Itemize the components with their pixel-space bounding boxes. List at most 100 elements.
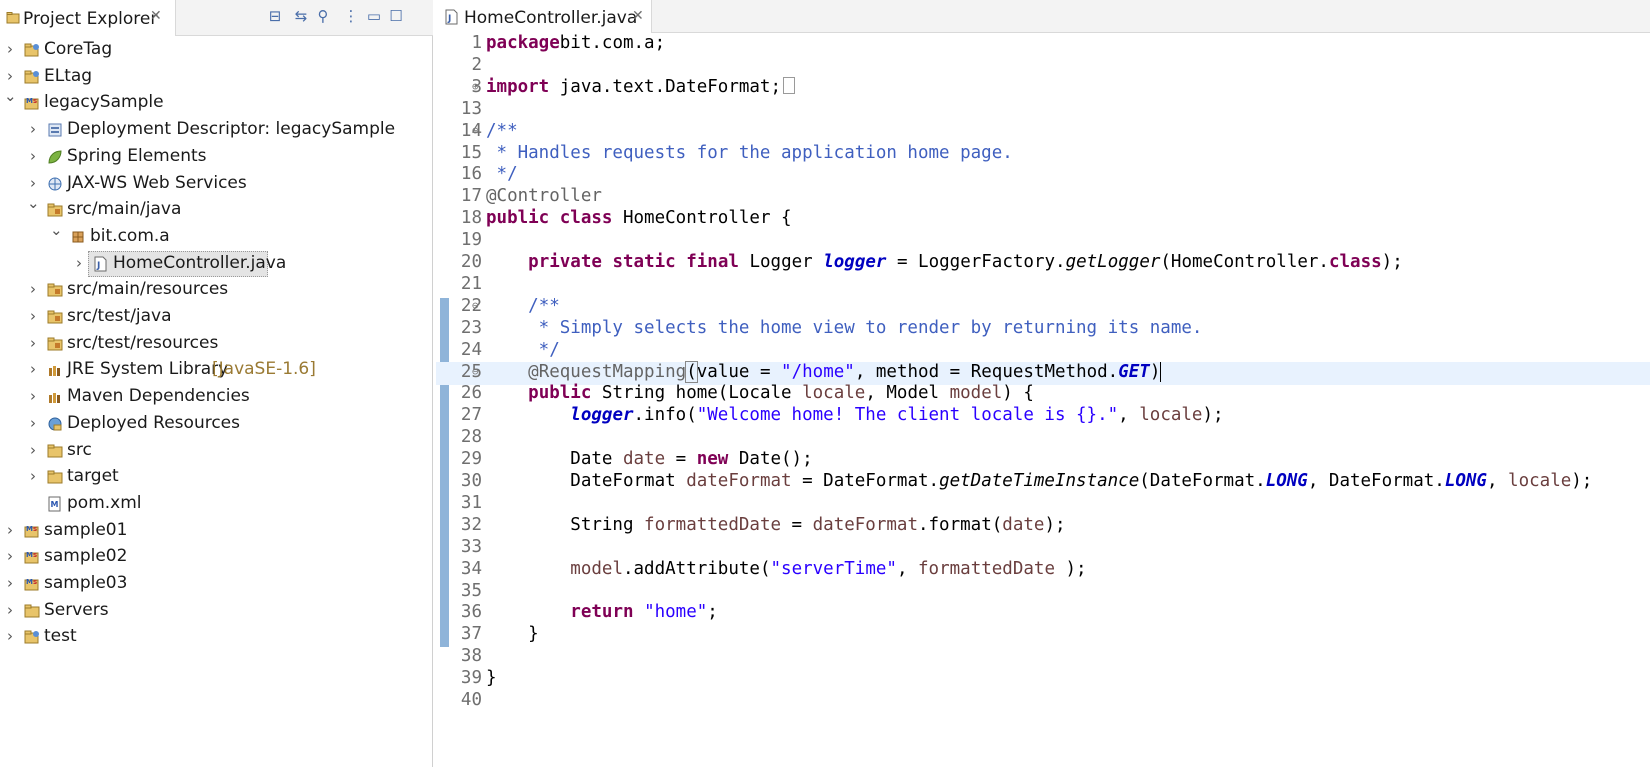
tree-item[interactable]: › Deployment Descriptor: legacySample [0, 116, 433, 144]
chevron-right-icon[interactable]: › [4, 574, 16, 592]
code-line[interactable]: 38 [436, 646, 1650, 669]
tree-item[interactable]: › ELtag [0, 63, 433, 91]
chevron-right-icon[interactable]: › [27, 307, 39, 325]
expand-fold-icon[interactable]: ⊕ [472, 80, 479, 93]
code-line[interactable]: 39} [436, 668, 1650, 691]
code-line[interactable]: 22 ⊖ /** [436, 296, 1650, 319]
link-with-editor-icon[interactable]: ⇆ [291, 6, 311, 26]
chevron-right-icon[interactable]: › [73, 254, 85, 272]
code-line[interactable]: 29 Date date = new Date(); [436, 449, 1650, 472]
tree-item[interactable]: ⌄ src/main/java [0, 194, 433, 224]
tree-item-label: sample03 [44, 573, 128, 593]
maven-project-icon: Ms [24, 97, 39, 110]
tree-item[interactable]: › src [0, 437, 433, 465]
close-icon[interactable]: ✕ [150, 8, 162, 24]
chevron-right-icon[interactable]: › [4, 627, 16, 645]
tab-homecontroller-java[interactable]: J HomeController.java ✕ [436, 0, 652, 33]
tree-item[interactable]: › Spring Elements [0, 143, 433, 171]
chevron-right-icon[interactable]: › [4, 521, 16, 539]
chevron-right-icon[interactable]: › [27, 467, 39, 485]
code-line[interactable]: 37 } [436, 624, 1650, 647]
close-icon[interactable]: ✕ [632, 8, 644, 24]
tree-item[interactable]: › src/test/resources [0, 330, 433, 358]
chevron-right-icon[interactable]: › [27, 334, 39, 352]
collapsed-region-icon[interactable] [783, 76, 796, 94]
tree-item-label: src [67, 439, 92, 460]
chevron-right-icon[interactable]: › [27, 441, 39, 459]
code-line[interactable]: 17 @Controller [436, 186, 1650, 209]
tree-item[interactable]: › Deployed Resources [0, 410, 433, 438]
view-menu-icon[interactable]: ⋮ [341, 6, 361, 26]
code-line[interactable]: 23 * Simply selects the home view to ren… [436, 318, 1650, 341]
chevron-right-icon[interactable]: › [27, 387, 39, 405]
code-line[interactable]: 31 [436, 493, 1650, 516]
code-line[interactable]: 32 String formattedDate = dateFormat.for… [436, 515, 1650, 538]
code-line[interactable]: 19 [436, 230, 1650, 253]
chevron-right-icon[interactable]: › [27, 120, 39, 138]
code-area[interactable]: 1 packagebit.com.a; 2 3 ⊕ import java.text.Da… [436, 33, 1650, 767]
code-line[interactable]: 3 ⊕ import java.text.DateFormat; [436, 76, 1650, 100]
tree-item[interactable]: › src/main/resources [0, 276, 433, 304]
code-line[interactable]: 16 */ [436, 164, 1650, 187]
code-line[interactable]: 21 [436, 274, 1650, 297]
tree-item[interactable]: › Ms sample03 [0, 570, 433, 598]
code-line[interactable]: 30 DateFormat dateFormat = DateFormat.ge… [436, 471, 1650, 494]
chevron-down-icon[interactable]: ⌄ [27, 194, 40, 212]
project-explorer-title: Project Explorer [23, 9, 158, 29]
tree-item[interactable]: ⌄ Ms legacySample [0, 87, 433, 117]
code-text: */ [486, 340, 560, 360]
tree-item[interactable]: › src/test/java [0, 303, 433, 331]
code-line[interactable]: 25 ⊖ @RequestMapping(value = "/home", met… [436, 360, 1650, 385]
package-icon [72, 231, 84, 243]
code-line[interactable]: 33 [436, 537, 1650, 560]
tree-item[interactable]: › test [0, 623, 433, 651]
code-line[interactable]: 27 logger.info("Welcome home! The client… [436, 405, 1650, 428]
chevron-right-icon[interactable]: › [27, 280, 39, 298]
code-line[interactable]: 35 [436, 581, 1650, 604]
code-line[interactable]: 13 [436, 99, 1650, 122]
collapse-all-icon[interactable]: ⊟ [265, 6, 285, 26]
tree-item[interactable]: › Maven Dependencies [0, 383, 433, 411]
code-line[interactable]: 20 private static final Logger logger = … [436, 252, 1650, 275]
java-file-icon: J [445, 9, 458, 25]
chevron-right-icon[interactable]: › [27, 360, 39, 378]
chevron-right-icon[interactable]: › [4, 67, 16, 85]
tree-item-label: src/main/resources [67, 279, 229, 300]
code-line[interactable]: 40 [436, 690, 1650, 713]
tree-item[interactable]: Mpom.xml [0, 490, 433, 518]
tree-item[interactable]: › target [0, 463, 433, 491]
tree-item[interactable]: › JAX-WS Web Services [0, 170, 433, 198]
chevron-right-icon[interactable]: › [27, 174, 39, 192]
tree-item[interactable]: › J HomeController.java [0, 250, 433, 278]
chevron-right-icon[interactable]: › [4, 40, 16, 58]
chevron-down-icon[interactable]: ⌄ [4, 87, 17, 105]
chevron-right-icon[interactable]: › [27, 414, 39, 432]
tab-project-explorer[interactable]: Project Explorer ✕ [0, 0, 176, 36]
collapse-fold-icon[interactable]: ⊖ [472, 299, 479, 312]
chevron-down-icon[interactable]: ⌄ [50, 221, 63, 239]
minimize-icon[interactable]: ▭ [364, 6, 384, 26]
code-line[interactable]: 36 return "home"; [436, 602, 1650, 625]
tree-item[interactable]: ⌄ bit.com.a [0, 221, 433, 251]
collapse-fold-icon[interactable]: ⊖ [472, 365, 479, 378]
code-line[interactable]: 28 [436, 427, 1650, 450]
tree-item[interactable]: › JRE System Library [JavaSE-1.6] [0, 356, 433, 384]
code-line[interactable]: 26 public String home(Locale locale, Mod… [436, 383, 1650, 406]
chevron-right-icon[interactable]: › [4, 547, 16, 565]
maximize-icon[interactable]: ☐ [386, 6, 406, 26]
filter-icon[interactable]: ⚲ [313, 6, 333, 26]
code-line[interactable]: 1 packagebit.com.a; [436, 33, 1650, 56]
tree-item[interactable]: › CoreTag [0, 36, 433, 64]
code-line[interactable]: 2 [436, 55, 1650, 78]
code-line[interactable]: 15 * Handles requests for the applicatio… [436, 143, 1650, 166]
code-line[interactable]: 24 */ [436, 340, 1650, 363]
tree-item[interactable]: › Ms sample02 [0, 543, 433, 571]
code-line[interactable]: 18 public class HomeController { [436, 208, 1650, 231]
collapse-fold-icon[interactable]: ⊖ [472, 124, 479, 137]
chevron-right-icon[interactable]: › [4, 601, 16, 619]
tree-item[interactable]: › Ms sample01 [0, 517, 433, 545]
code-line[interactable]: 14 ⊖/** [436, 121, 1650, 144]
tree-item[interactable]: › Servers [0, 597, 433, 625]
code-line[interactable]: 34 model.addAttribute("serverTime", form… [436, 559, 1650, 582]
chevron-right-icon[interactable]: › [27, 147, 39, 165]
